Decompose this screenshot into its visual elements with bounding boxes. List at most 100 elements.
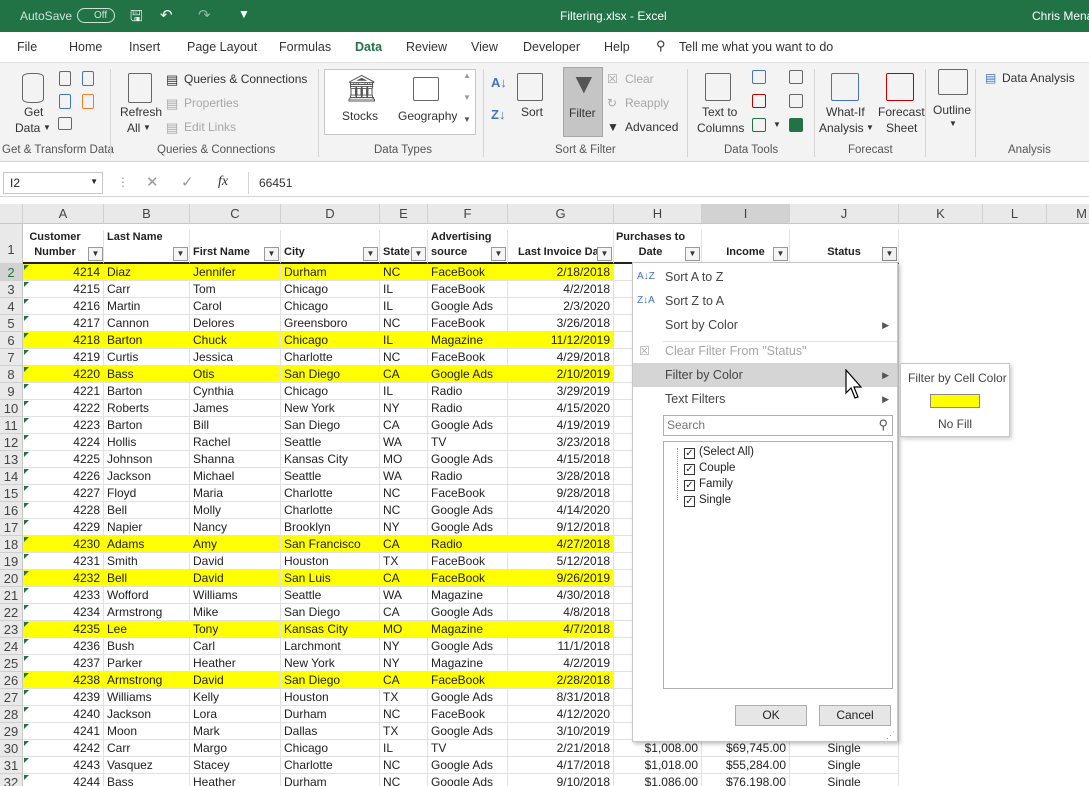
- cell-c[interactable]: David: [190, 570, 281, 587]
- cell-e[interactable]: WA: [380, 434, 428, 451]
- cell-a[interactable]: 4235: [23, 621, 104, 638]
- row-header[interactable]: 24: [0, 638, 23, 655]
- cell-c[interactable]: Rachel: [190, 434, 281, 451]
- cell-e[interactable]: CA: [380, 366, 428, 383]
- cell-a[interactable]: 4216: [23, 298, 104, 315]
- cell-f[interactable]: FaceBook: [428, 706, 508, 723]
- cell-a[interactable]: 4236: [23, 638, 104, 655]
- cell-e[interactable]: NY: [380, 519, 428, 536]
- cell-f[interactable]: FaceBook: [428, 315, 508, 332]
- cell-e[interactable]: CA: [380, 417, 428, 434]
- from-text-icon[interactable]: [59, 71, 71, 86]
- cell-c[interactable]: Williams: [190, 587, 281, 604]
- tab-file[interactable]: File: [17, 40, 37, 54]
- cell-c[interactable]: Otis: [190, 366, 281, 383]
- reapply-button[interactable]: Reapply: [625, 96, 669, 110]
- cell-a[interactable]: 4214: [23, 264, 104, 281]
- row-header[interactable]: 23: [0, 621, 23, 638]
- cell-g[interactable]: 9/26/2019: [508, 570, 614, 587]
- cell-c[interactable]: Chuck: [190, 332, 281, 349]
- cancel-entry-icon[interactable]: ✕: [146, 173, 159, 191]
- tab-view[interactable]: View: [471, 40, 498, 54]
- row-header[interactable]: 5: [0, 315, 23, 332]
- cell-c[interactable]: Michael: [190, 468, 281, 485]
- cell-a[interactable]: 4218: [23, 332, 104, 349]
- tab-page-layout[interactable]: Page Layout: [187, 40, 257, 54]
- cell-b[interactable]: Diaz: [104, 264, 190, 281]
- row-header[interactable]: 8: [0, 366, 23, 383]
- cell-e[interactable]: IL: [380, 383, 428, 400]
- filter-dropdown-g[interactable]: ▼: [597, 247, 612, 261]
- cell-b[interactable]: Bass: [104, 366, 190, 383]
- cell-b[interactable]: Barton: [104, 332, 190, 349]
- select-all-corner[interactable]: [0, 204, 23, 224]
- cell-e[interactable]: CA: [380, 570, 428, 587]
- cell-b[interactable]: Smith: [104, 553, 190, 570]
- cell-g[interactable]: 2/10/2019: [508, 366, 614, 383]
- cell-d[interactable]: Seattle: [281, 434, 380, 451]
- cell-d[interactable]: Durham: [281, 706, 380, 723]
- row-header[interactable]: 32: [0, 774, 23, 786]
- cell-c[interactable]: Cynthia: [190, 383, 281, 400]
- cell-b[interactable]: Carr: [104, 740, 190, 757]
- row-header[interactable]: 6: [0, 332, 23, 349]
- row-header[interactable]: 3: [0, 281, 23, 298]
- cell-a[interactable]: 4232: [23, 570, 104, 587]
- cell-f[interactable]: Radio: [428, 400, 508, 417]
- checkbox-select-all[interactable]: ✓ (Select All): [684, 444, 754, 460]
- cell-e[interactable]: IL: [380, 332, 428, 349]
- cell-e[interactable]: MO: [380, 451, 428, 468]
- cell-b[interactable]: Armstrong: [104, 672, 190, 689]
- advanced-button[interactable]: Advanced: [625, 120, 678, 134]
- row-header-1[interactable]: 1: [0, 224, 23, 264]
- cell-e[interactable]: NC: [380, 349, 428, 366]
- cell-a[interactable]: 4215: [23, 281, 104, 298]
- tab-data[interactable]: Data: [355, 40, 382, 54]
- cell-i[interactable]: $76,198.00: [702, 774, 790, 786]
- no-fill-option[interactable]: No Fill: [901, 417, 1009, 431]
- cell-f[interactable]: FaceBook: [428, 672, 508, 689]
- cell-a[interactable]: 4233: [23, 587, 104, 604]
- cell-g[interactable]: 4/14/2020: [508, 502, 614, 519]
- cell-d[interactable]: Dallas: [281, 723, 380, 740]
- flash-fill-icon[interactable]: [752, 70, 766, 84]
- sort-ascending-icon[interactable]: A↓: [491, 75, 507, 90]
- filter-dropdown-e[interactable]: ▼: [411, 247, 426, 261]
- cell-a[interactable]: 4237: [23, 655, 104, 672]
- cell-d[interactable]: Chicago: [281, 332, 380, 349]
- cell-e[interactable]: NC: [380, 502, 428, 519]
- cell-c[interactable]: Stacey: [190, 757, 281, 774]
- row-header[interactable]: 25: [0, 655, 23, 672]
- filter-button[interactable]: ▼ Filter: [563, 67, 603, 137]
- cell-j[interactable]: Single: [790, 740, 899, 757]
- cell-c[interactable]: David: [190, 672, 281, 689]
- sort-by-color-item[interactable]: Sort by Color ▶: [633, 313, 897, 337]
- cell-f[interactable]: Google Ads: [428, 723, 508, 740]
- cell-f[interactable]: Magazine: [428, 332, 508, 349]
- column-header-l[interactable]: L: [983, 204, 1047, 224]
- cell-e[interactable]: NY: [380, 400, 428, 417]
- cell-b[interactable]: Bush: [104, 638, 190, 655]
- cell-g[interactable]: 2/3/2020: [508, 298, 614, 315]
- filter-dropdown-a[interactable]: ▼: [88, 247, 103, 261]
- filter-dropdown-h[interactable]: ▼: [685, 247, 700, 261]
- existing-connections-icon[interactable]: [82, 94, 94, 109]
- cell-a[interactable]: 4227: [23, 485, 104, 502]
- cell-d[interactable]: San Diego: [281, 417, 380, 434]
- row-header[interactable]: 13: [0, 451, 23, 468]
- cell-g[interactable]: 4/2/2018: [508, 281, 614, 298]
- cell-c[interactable]: Lora: [190, 706, 281, 723]
- cell-f[interactable]: FaceBook: [428, 485, 508, 502]
- cell-g[interactable]: 3/29/2019: [508, 383, 614, 400]
- gallery-down-icon[interactable]: ▼: [463, 93, 471, 102]
- cell-f[interactable]: Radio: [428, 383, 508, 400]
- cell-d[interactable]: Charlotte: [281, 485, 380, 502]
- cell-b[interactable]: Vasquez: [104, 757, 190, 774]
- cell-e[interactable]: NC: [380, 485, 428, 502]
- cell-f[interactable]: Google Ads: [428, 366, 508, 383]
- column-header-c[interactable]: C: [190, 204, 281, 224]
- cell-d[interactable]: Greensboro: [281, 315, 380, 332]
- cell-h[interactable]: $1,008.00: [614, 740, 702, 757]
- cell-f[interactable]: TV: [428, 740, 508, 757]
- row-header[interactable]: 16: [0, 502, 23, 519]
